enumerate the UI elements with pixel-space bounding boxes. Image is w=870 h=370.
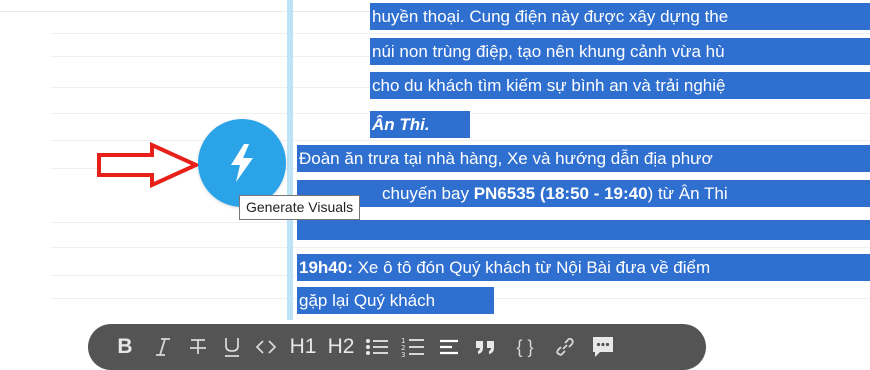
text-line[interactable]: Đoàn ăn trưa tại nhà hàng, Xe và hướng d… bbox=[297, 145, 870, 172]
code-block-button[interactable]: { } bbox=[508, 324, 542, 370]
flight-code: PN6535 (18:50 - 19:40 bbox=[473, 184, 648, 203]
comment-button[interactable] bbox=[590, 324, 616, 370]
bullet-list-button[interactable] bbox=[364, 324, 390, 370]
text-span: Xe ô tô đón Quý khách từ Nội Bài đưa về … bbox=[352, 258, 711, 277]
empty-line[interactable] bbox=[297, 220, 870, 240]
svg-text:3: 3 bbox=[401, 351, 405, 358]
align-button[interactable] bbox=[436, 324, 462, 370]
code-icon bbox=[255, 340, 277, 354]
ruled-line bbox=[50, 247, 870, 248]
align-icon bbox=[440, 339, 458, 355]
heading1-button[interactable]: H1 bbox=[288, 324, 318, 370]
location-bold-italic: Ân Thi. bbox=[372, 115, 430, 134]
text-span: ) từ Ân Thi bbox=[647, 184, 728, 203]
text-line[interactable]: núi non trùng điệp, tạo nên khung cảnh v… bbox=[370, 38, 870, 65]
link-button[interactable] bbox=[552, 324, 578, 370]
formatting-toolbar: B H1 H2 123 { } bbox=[88, 324, 706, 370]
heading2-button[interactable]: H2 bbox=[326, 324, 356, 370]
numbered-list-icon: 123 bbox=[401, 337, 424, 358]
ruled-line bbox=[50, 33, 870, 34]
text-line[interactable]: chuyến bay PN6535 (18:50 - 19:40) từ Ân … bbox=[297, 180, 870, 207]
text-line[interactable]: 19h40: Xe ô tô đón Quý khách từ Nội Bài … bbox=[297, 254, 870, 281]
block-guide-bar bbox=[287, 0, 293, 320]
text-line[interactable]: cho du khách tìm kiếm sự bình an và trải… bbox=[370, 72, 870, 99]
comment-icon bbox=[593, 337, 613, 357]
bullet-list-icon bbox=[366, 339, 388, 355]
red-arrow-icon bbox=[97, 142, 200, 188]
underline-button[interactable] bbox=[220, 324, 244, 370]
italic-icon bbox=[156, 338, 170, 356]
text-line[interactable]: gặp lại Quý khách bbox=[297, 287, 494, 314]
bold-button[interactable]: B bbox=[114, 324, 136, 370]
lightning-icon bbox=[231, 144, 253, 182]
generate-visuals-button[interactable] bbox=[198, 119, 286, 207]
underline-icon bbox=[225, 338, 239, 357]
italic-button[interactable] bbox=[152, 324, 174, 370]
text-span: chuyến bay bbox=[382, 184, 474, 203]
inline-code-button[interactable] bbox=[254, 324, 278, 370]
time-label: 19h40: bbox=[299, 258, 353, 277]
generate-visuals-tooltip: Generate Visuals bbox=[239, 195, 361, 220]
strikethrough-icon bbox=[190, 339, 206, 354]
quote-button[interactable] bbox=[472, 324, 498, 370]
quote-icon bbox=[476, 341, 494, 354]
strikethrough-button[interactable] bbox=[186, 324, 210, 370]
link-icon bbox=[556, 337, 574, 356]
numbered-list-button[interactable]: 123 bbox=[400, 324, 426, 370]
ruled-line bbox=[50, 140, 870, 141]
text-line[interactable]: huyền thoại. Cung điện này được xây dựng… bbox=[370, 3, 870, 30]
text-line[interactable]: Ân Thi. bbox=[370, 111, 470, 138]
